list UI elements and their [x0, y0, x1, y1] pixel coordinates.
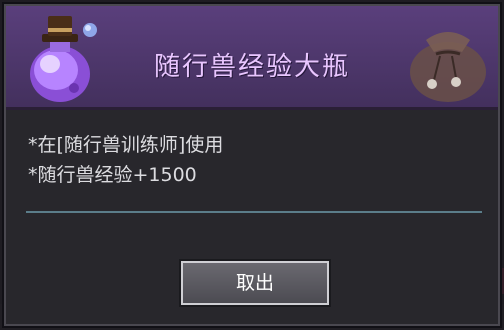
- popup-header: 随行兽经验大瓶: [6, 6, 498, 110]
- divider: [26, 211, 482, 213]
- sack-icon: [410, 32, 486, 102]
- item-info-popup: 随行兽经验大瓶 *在[随行兽训练师]使用 *随行兽经验+1500 取出: [4, 4, 500, 326]
- description-line: *在[随行兽训练师]使用: [28, 134, 224, 156]
- item-description: *在[随行兽训练师]使用 *随行兽经验+1500: [28, 130, 223, 190]
- description-line: *随行兽经验+1500: [28, 164, 197, 186]
- take-out-button[interactable]: 取出: [179, 259, 331, 307]
